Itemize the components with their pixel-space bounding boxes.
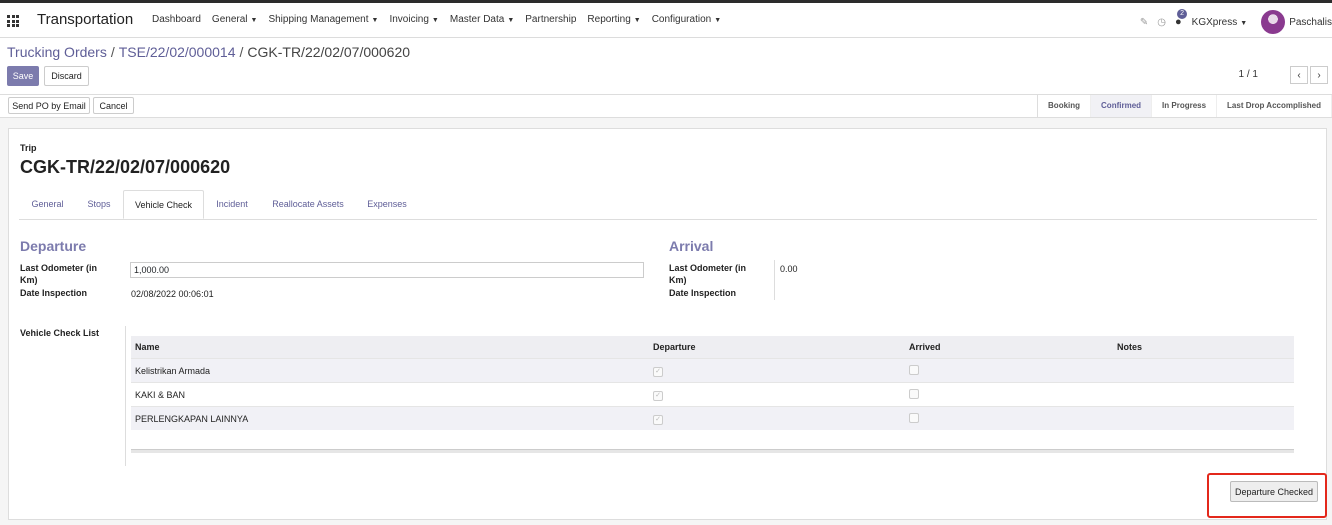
departure-odometer-input[interactable]: 1,000.00 [130, 262, 644, 278]
departure-title: Departure [20, 238, 87, 254]
caret-down-icon: ▼ [714, 17, 722, 24]
arrival-date-label: Date Inspection [669, 288, 737, 298]
cancel-button[interactable]: Cancel [93, 97, 134, 114]
company-switcher[interactable]: KGXpress ▼ [1192, 17, 1248, 28]
pager-next-button[interactable]: › [1310, 66, 1328, 84]
trip-name: CGK-TR/22/02/07/000620 [20, 157, 231, 177]
tab-expenses[interactable]: Expenses [362, 190, 412, 219]
caret-down-icon: ▼ [371, 17, 379, 24]
pager-prev-button[interactable]: ‹ [1290, 66, 1308, 84]
arrival-odometer-label: Last Odometer (in Km) [669, 263, 747, 285]
systray: ✎ ◷ ● 2 KGXpress ▼ Paschalis [1140, 9, 1332, 35]
arrived-checkbox[interactable] [909, 412, 919, 423]
menu-reporting[interactable]: Reporting ▼ [587, 14, 640, 25]
save-button[interactable]: Save [7, 66, 39, 86]
breadcrumb-current: CGK-TR/22/02/07/000620 [247, 44, 411, 60]
tab-reallocate-assets[interactable]: Reallocate Assets [269, 190, 347, 219]
stage-pipeline: Booking Confirmed In Progress Last Drop … [1037, 95, 1332, 117]
table-row[interactable]: KAKI & BAN ✓ [131, 382, 1294, 407]
breadcrumb-root[interactable]: Trucking Orders [7, 44, 107, 60]
arrived-checkbox[interactable] [909, 388, 919, 399]
menu-partnership[interactable]: Partnership [525, 14, 576, 25]
menu-general[interactable]: General ▼ [212, 14, 258, 25]
clock-icon[interactable]: ◷ [1157, 17, 1166, 28]
menu-configuration[interactable]: Configuration ▼ [652, 14, 721, 25]
row-name: Kelistrikan Armada [131, 358, 649, 383]
pager-value[interactable]: 1 / 1 [1239, 69, 1258, 80]
user-name[interactable]: Paschalis [1289, 17, 1332, 28]
control-panel: Trucking Orders / TSE/22/02/000014/CGK-TR/… [0, 38, 1332, 94]
avatar[interactable] [1261, 10, 1286, 34]
arrival-odometer-value: 0.00 [780, 264, 798, 274]
row-notes[interactable] [1113, 358, 1294, 383]
menu-invoicing[interactable]: Invoicing ▼ [389, 14, 438, 25]
table-footer [131, 449, 1294, 453]
arrival-title: Arrival [669, 238, 714, 254]
menu-dashboard[interactable]: Dashboard [152, 14, 201, 25]
trip-label: Trip [20, 143, 37, 153]
departure-checkbox[interactable]: ✓ [653, 414, 663, 425]
column-departure[interactable]: Departure [649, 336, 905, 359]
apps-grid-icon[interactable] [7, 15, 19, 27]
row-name: KAKI & BAN [131, 382, 649, 407]
departure-checked-button[interactable]: Departure Checked [1230, 481, 1318, 502]
form-sheet: Trip CGK-TR/22/02/07/000620 General Stop… [8, 128, 1327, 520]
column-arrived[interactable]: Arrived [905, 336, 1113, 359]
row-notes[interactable] [1113, 406, 1294, 430]
chat-badge: 2 [1177, 9, 1188, 19]
chat-icon[interactable]: ● 2 [1175, 9, 1188, 28]
departure-odometer-label: Last Odometer (in Km) [20, 263, 98, 285]
main-menu: Dashboard General ▼ Shipping Management ▼ … [152, 14, 732, 25]
table-row[interactable]: PERLENGKAPAN LAINNYA ✓ [131, 406, 1294, 430]
menu-shipping-management[interactable]: Shipping Management ▼ [268, 14, 378, 25]
discard-button[interactable]: Discard [44, 66, 89, 86]
arrived-checkbox[interactable] [909, 364, 919, 375]
notebook-tabs: General Stops Vehicle Check Incident Rea… [19, 190, 1317, 220]
column-notes[interactable]: Notes [1113, 336, 1294, 359]
stage-confirmed[interactable]: Confirmed [1091, 95, 1153, 117]
app-title[interactable]: Transportation [37, 11, 133, 28]
departure-checkbox[interactable]: ✓ [653, 390, 663, 401]
row-notes[interactable] [1113, 382, 1294, 407]
breadcrumb-parent[interactable]: TSE/22/02/000014 [119, 44, 236, 60]
row-name: PERLENGKAPAN LAINNYA [131, 406, 649, 430]
departure-date-value: 02/08/2022 00:06:01 [131, 289, 214, 299]
departure-date-label: Date Inspection [20, 288, 88, 298]
tab-incident[interactable]: Incident [209, 190, 255, 219]
send-po-email-button[interactable]: Send PO by Email [8, 97, 90, 114]
chevron-right-icon: › [1317, 69, 1321, 81]
table-row[interactable]: Kelistrikan Armada ✓ [131, 358, 1294, 383]
departure-checkbox[interactable]: ✓ [653, 366, 663, 377]
checklist-divider [125, 326, 126, 466]
column-name[interactable]: Name [131, 336, 649, 359]
edit-icon[interactable]: ✎ [1140, 17, 1148, 28]
chevron-left-icon: ‹ [1297, 69, 1301, 81]
caret-down-icon: ▼ [507, 17, 515, 24]
caret-down-icon: ▼ [250, 17, 258, 24]
table-header-row: Name Departure Arrived Notes [131, 336, 1294, 359]
caret-down-icon: ▼ [633, 17, 641, 24]
stage-in-progress[interactable]: In Progress [1152, 95, 1218, 117]
tab-stops[interactable]: Stops [79, 190, 119, 219]
tab-vehicle-check[interactable]: Vehicle Check [123, 190, 204, 219]
top-navbar: Transportation Dashboard General ▼ Shippi… [0, 0, 1332, 38]
caret-down-icon: ▼ [1240, 19, 1248, 27]
form-statusbar: Send PO by Email Cancel Booking Confirme… [0, 94, 1332, 118]
caret-down-icon: ▼ [431, 17, 439, 24]
tab-general[interactable]: General [19, 190, 76, 219]
vehicle-check-list-label: Vehicle Check List [20, 328, 100, 338]
vehicle-check-table: Name Departure Arrived Notes Kelistrikan… [131, 336, 1294, 430]
breadcrumb: Trucking Orders / TSE/22/02/000014/CGK-TR/… [7, 44, 411, 60]
arrival-divider [774, 260, 775, 300]
stage-booking[interactable]: Booking [1038, 95, 1092, 117]
menu-master-data[interactable]: Master Data ▼ [450, 14, 514, 25]
stage-last-drop-accomplished[interactable]: Last Drop Accomplished [1217, 95, 1332, 117]
